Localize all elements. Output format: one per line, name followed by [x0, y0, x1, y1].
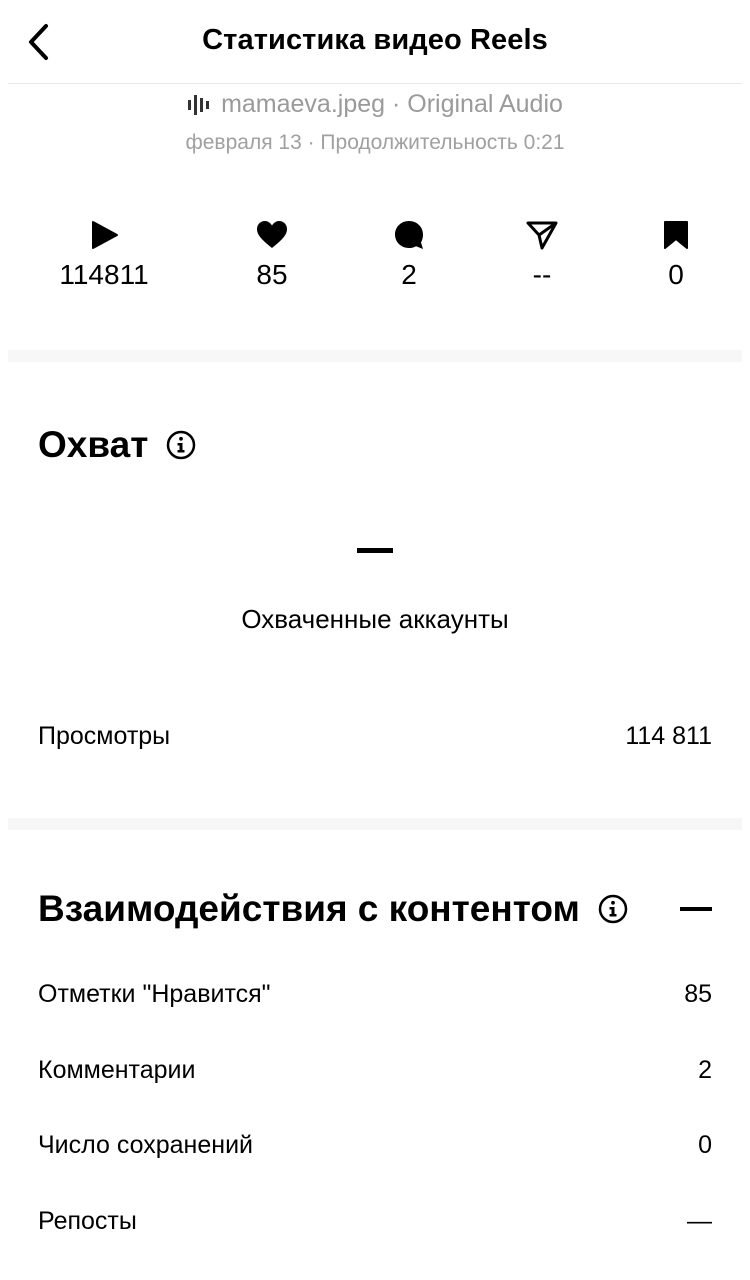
stats-row: 114811 85 2 -- 0 — [0, 215, 750, 305]
section-divider — [8, 818, 742, 830]
info-icon[interactable] — [598, 894, 628, 924]
views-row: Просмотры 114 811 — [38, 722, 712, 751]
play-icon — [92, 221, 118, 249]
post-meta: февраля 13 · Продолжительность 0:21 — [185, 131, 565, 154]
section-divider — [8, 350, 742, 362]
views-value: 114 811 — [625, 722, 712, 750]
audio-waveform-icon — [188, 94, 210, 115]
audio-info[interactable]: mamaeva.jpeg · Original Audio — [0, 90, 750, 119]
heart-icon — [257, 221, 287, 248]
bookmark-icon — [664, 221, 688, 249]
header-divider — [8, 83, 742, 84]
row-value: — — [687, 1207, 712, 1235]
row-label: Комментарии — [38, 1056, 196, 1084]
stat-plays: 114811 — [29, 215, 179, 291]
info-icon[interactable] — [166, 430, 196, 460]
engagement-row-reposts: Репосты — — [38, 1207, 712, 1236]
row-label: Репосты — [38, 1207, 137, 1235]
engagement-row-likes: Отметки "Нравится" 85 — [38, 980, 712, 1009]
stat-likes: 85 — [197, 215, 347, 291]
engagement-row-saves: Число сохранений 0 — [38, 1131, 712, 1160]
row-value: 85 — [684, 980, 712, 1008]
reach-section-title: Охват — [38, 424, 196, 466]
comment-icon — [395, 221, 423, 249]
page-title: Статистика видео Reels — [202, 24, 548, 56]
audio-text: mamaeva.jpeg · Original Audio — [221, 90, 563, 118]
stat-value: 85 — [256, 259, 288, 290]
stat-value: 0 — [668, 259, 684, 290]
engagement-row-comments: Комментарии 2 — [38, 1056, 712, 1085]
stat-value: 2 — [401, 259, 417, 290]
stat-shares: -- — [467, 215, 617, 291]
reach-accounts-label: Охваченные аккаунты — [241, 604, 509, 634]
engagement-value-dash — [680, 907, 712, 911]
row-label: Отметки "Нравится" — [38, 980, 271, 1008]
stat-value: -- — [532, 259, 552, 290]
stat-comments: 2 — [334, 215, 484, 291]
reach-title: Охват — [38, 424, 149, 465]
stat-saves: 0 — [601, 215, 750, 291]
row-value: 0 — [698, 1131, 712, 1159]
top-bar: Статистика видео Reels — [0, 0, 750, 84]
engagement-title: Взаимодействия с контентом — [38, 888, 580, 929]
reach-value-dash — [357, 548, 393, 553]
views-label: Просмотры — [38, 722, 171, 750]
engagement-section-title: Взаимодействия с контентом — [38, 888, 628, 930]
row-value: 2 — [698, 1056, 712, 1084]
share-icon — [526, 221, 558, 250]
row-label: Число сохранений — [38, 1131, 254, 1159]
stat-value: 114811 — [59, 259, 149, 290]
